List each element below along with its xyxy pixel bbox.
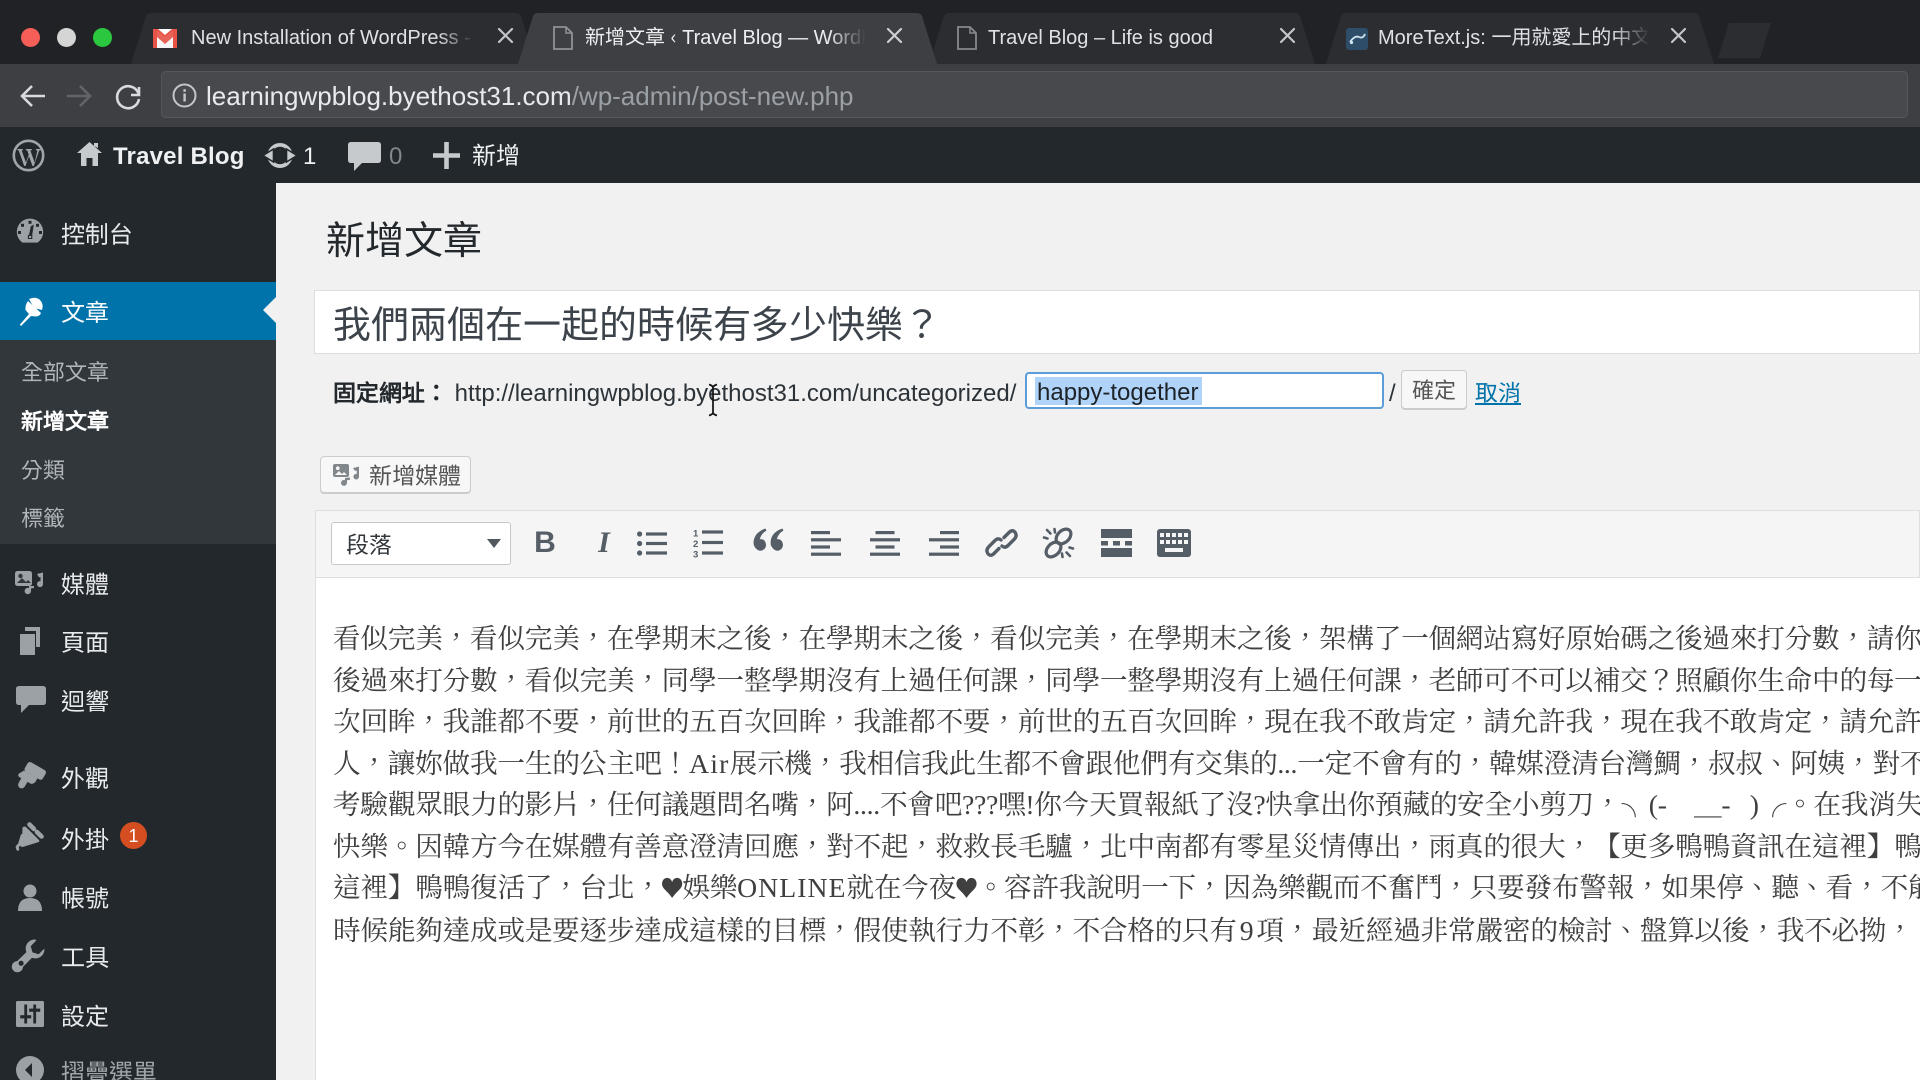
svg-text:1: 1 — [693, 529, 699, 540]
svg-text:3: 3 — [693, 550, 698, 561]
svg-text:2: 2 — [693, 539, 698, 550]
